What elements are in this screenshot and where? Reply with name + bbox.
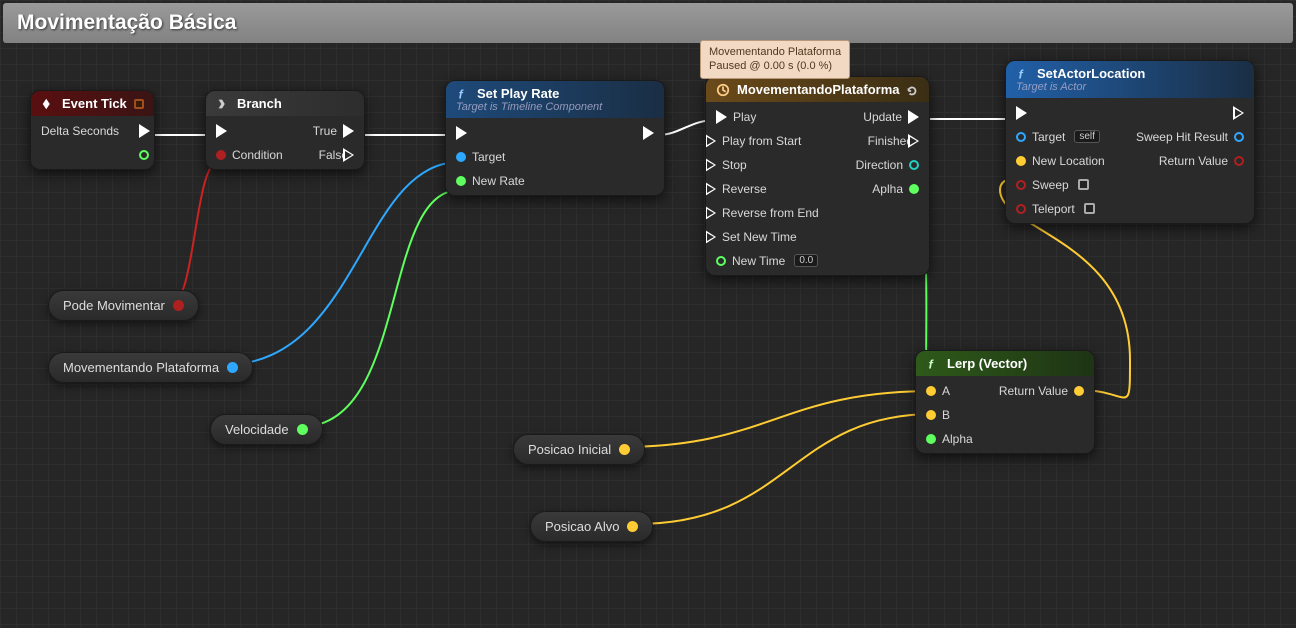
- pin-new-rate[interactable]: New Rate: [456, 172, 525, 189]
- checkbox[interactable]: [1084, 203, 1095, 214]
- pin-false[interactable]: False: [319, 146, 354, 163]
- event-icon: [41, 97, 55, 111]
- pin-condition[interactable]: Condition: [216, 146, 283, 163]
- node-timeline[interactable]: MovementandoPlataforma Play Play from St…: [705, 76, 930, 276]
- node-set-play-rate[interactable]: fSet Play Rate Target is Timeline Compon…: [445, 80, 665, 196]
- pin-sweep-hit[interactable]: Sweep Hit Result: [1136, 128, 1244, 145]
- var-movementando-plataforma[interactable]: Movementando Plataforma: [48, 352, 253, 383]
- pin-direction[interactable]: Direction: [856, 156, 919, 173]
- pin-a[interactable]: A: [926, 382, 973, 399]
- pin-alpha[interactable]: Alpha: [926, 430, 973, 447]
- node-header: Event Tick: [31, 91, 154, 116]
- pin-sweep[interactable]: Sweep: [1016, 176, 1105, 193]
- var-velocidade[interactable]: Velocidade: [210, 414, 323, 445]
- exec-in[interactable]: [456, 124, 525, 141]
- pin-teleport[interactable]: Teleport: [1016, 200, 1105, 217]
- exec-in[interactable]: [216, 122, 283, 139]
- node-set-actor-location[interactable]: fSetActorLocation Target is Actor Target…: [1005, 60, 1255, 224]
- pin-target[interactable]: Target: [456, 148, 525, 165]
- pin-new-location[interactable]: New Location: [1016, 152, 1105, 169]
- var-pode-movimentar[interactable]: Pode Movimentar: [48, 290, 199, 321]
- node-header: f Lerp (Vector): [916, 351, 1094, 376]
- pin-play[interactable]: Play: [716, 108, 819, 125]
- pin-b[interactable]: B: [926, 406, 973, 423]
- timeline-tooltip: Movementando Plataforma Paused @ 0.00 s …: [700, 40, 850, 79]
- pin-delta-seconds[interactable]: Delta Seconds: [41, 122, 119, 139]
- svg-text:f: f: [459, 87, 465, 101]
- refresh-icon[interactable]: [905, 84, 919, 98]
- node-header: Branch: [206, 91, 364, 116]
- pin-target[interactable]: Targetself: [1016, 128, 1105, 145]
- function-icon: f: [926, 357, 940, 371]
- svg-text:f: f: [1019, 67, 1025, 81]
- pin-finished[interactable]: Finished: [868, 132, 919, 149]
- node-lerp-vector[interactable]: f Lerp (Vector) A B Alpha Return Value: [915, 350, 1095, 454]
- advanced-icon: [134, 99, 144, 109]
- checkbox[interactable]: [1078, 179, 1089, 190]
- exec-out[interactable]: [139, 122, 150, 139]
- exec-out[interactable]: [643, 124, 654, 141]
- svg-text:f: f: [929, 357, 935, 371]
- node-header: fSet Play Rate Target is Timeline Compon…: [446, 81, 664, 118]
- branch-icon: [216, 97, 230, 111]
- pin-reverse[interactable]: Reverse: [716, 180, 819, 197]
- graph-header: Movimentação Básica: [3, 3, 1293, 43]
- pin-delta-out[interactable]: [139, 146, 150, 163]
- pin-true[interactable]: True: [313, 122, 354, 139]
- function-icon: f: [1016, 67, 1030, 81]
- pin-return[interactable]: Return Value: [999, 382, 1084, 399]
- node-header: fSetActorLocation Target is Actor: [1006, 61, 1254, 98]
- pin-stop[interactable]: Stop: [716, 156, 819, 173]
- function-icon: f: [456, 87, 470, 101]
- pin-play-from-start[interactable]: Play from Start: [716, 132, 819, 149]
- pin-alpha[interactable]: Aplha: [872, 180, 919, 197]
- pin-new-time[interactable]: New Time0.0: [716, 252, 819, 269]
- pin-update[interactable]: Update: [863, 108, 919, 125]
- var-posicao-inicial[interactable]: Posicao Inicial: [513, 434, 645, 465]
- var-posicao-alvo[interactable]: Posicao Alvo: [530, 511, 653, 542]
- node-event-tick[interactable]: Event Tick Delta Seconds: [30, 90, 155, 170]
- node-branch[interactable]: Branch Condition True False: [205, 90, 365, 170]
- exec-in[interactable]: [1016, 104, 1105, 121]
- pin-return[interactable]: Return Value: [1159, 152, 1244, 169]
- pin-set-new-time[interactable]: Set New Time: [716, 228, 819, 245]
- clock-icon: [716, 83, 730, 97]
- graph-title: Movimentação Básica: [17, 11, 236, 35]
- node-header: MovementandoPlataforma: [706, 77, 929, 102]
- pin-reverse-from-end[interactable]: Reverse from End: [716, 204, 819, 221]
